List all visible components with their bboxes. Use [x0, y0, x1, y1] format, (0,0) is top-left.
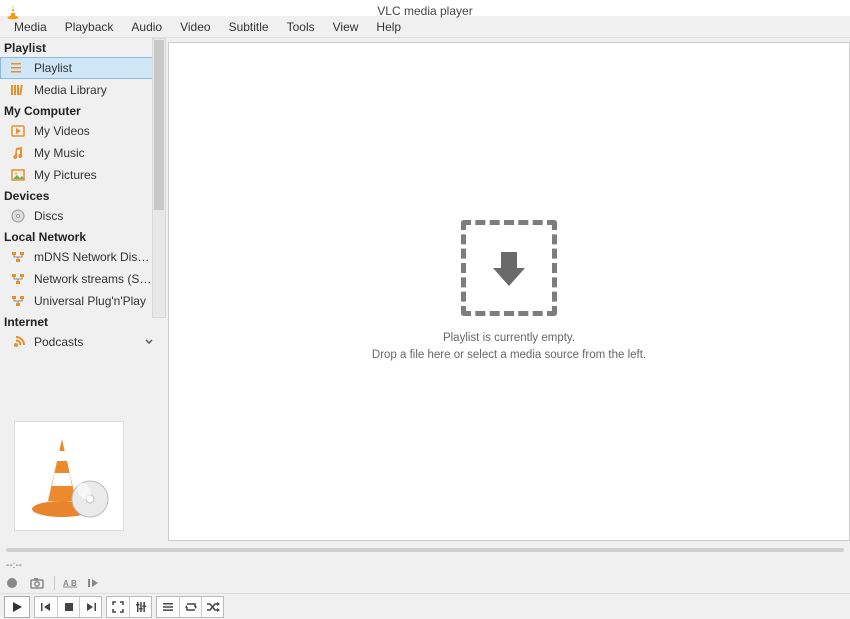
next-button[interactable] — [79, 597, 101, 617]
album-art-image — [14, 421, 124, 531]
fullscreen-button[interactable] — [107, 597, 129, 617]
sidebar-item-label: My Pictures — [34, 168, 154, 182]
loop-button[interactable] — [179, 597, 201, 617]
time-elapsed: --:-- — [0, 558, 850, 573]
sidebar-item-label: Media Library — [34, 83, 154, 97]
menu-playback[interactable]: Playback — [57, 18, 122, 36]
show-playlist-button[interactable] — [157, 597, 179, 617]
seek-bar[interactable] — [0, 548, 850, 558]
empty-playlist-message: Playlist is currently empty. Drop a file… — [372, 220, 646, 362]
empty-text-line2: Drop a file here or select a media sourc… — [372, 347, 646, 363]
library-icon — [10, 84, 26, 96]
window-title: VLC media player — [377, 4, 472, 18]
record-icon[interactable] — [6, 577, 22, 589]
playlist-group — [156, 596, 224, 618]
menu-audio[interactable]: Audio — [123, 18, 170, 36]
play-button[interactable] — [4, 596, 30, 618]
mini-toolbar: AB — [0, 573, 850, 593]
sidebar-item-my-videos[interactable]: My Videos — [0, 120, 160, 142]
sidebar-item-sap[interactable]: Network streams (SAP) — [0, 268, 160, 290]
scrollbar-thumb[interactable] — [154, 40, 164, 210]
sidebar-item-mdns[interactable]: mDNS Network Disco... — [0, 246, 160, 268]
menu-subtitle[interactable]: Subtitle — [221, 18, 277, 36]
sidebar-item-discs[interactable]: Discs — [0, 205, 160, 227]
sidebar-item-label: mDNS Network Disco... — [34, 250, 154, 264]
video-icon — [10, 125, 26, 137]
section-my-computer: My Computer — [0, 101, 160, 120]
network-icon — [10, 295, 26, 307]
sidebar-item-label: Podcasts — [34, 335, 136, 349]
sidebar-scrollbar[interactable] — [152, 38, 166, 318]
sidebar-item-my-music[interactable]: My Music — [0, 142, 160, 164]
section-local-network: Local Network — [0, 227, 160, 246]
frame-step-icon[interactable] — [87, 577, 103, 589]
sidebar-item-playlist[interactable]: Playlist — [0, 57, 160, 79]
podcast-icon — [10, 335, 26, 349]
content-area: Playlist Playlist Media Library My Compu… — [0, 38, 850, 545]
chevron-down-icon[interactable] — [144, 337, 154, 347]
album-art-area — [0, 407, 160, 545]
sidebar-item-media-library[interactable]: Media Library — [0, 79, 160, 101]
section-devices: Devices — [0, 186, 160, 205]
skip-group — [34, 596, 102, 618]
playlist-icon — [10, 62, 26, 74]
menubar: Media Playback Audio Video Subtitle Tool… — [0, 16, 850, 38]
view-group — [106, 596, 152, 618]
menu-view[interactable]: View — [325, 18, 367, 36]
empty-text-line1: Playlist is currently empty. — [372, 330, 646, 346]
sidebar-item-label: Playlist — [34, 61, 154, 75]
vlc-cone-icon — [6, 4, 20, 20]
sidebar-item-label: Network streams (SAP) — [34, 272, 154, 286]
sidebar-item-label: My Videos — [34, 124, 154, 138]
sidebar-item-podcasts[interactable]: Podcasts — [0, 331, 160, 353]
snapshot-icon[interactable] — [30, 577, 46, 589]
section-playlist: Playlist — [0, 38, 160, 57]
playback-controls — [0, 593, 850, 619]
bottom-panel: --:-- AB — [0, 545, 850, 619]
playlist-view[interactable]: Playlist is currently empty. Drop a file… — [168, 42, 850, 541]
sidebar-item-label: Universal Plug'n'Play — [34, 294, 154, 308]
atob-loop-icon[interactable]: AB — [63, 577, 79, 589]
network-icon — [10, 251, 26, 263]
menu-media[interactable]: Media — [6, 18, 55, 36]
sidebar-item-label: My Music — [34, 146, 154, 160]
sidebar-item-label: Discs — [34, 209, 154, 223]
previous-button[interactable] — [35, 597, 57, 617]
network-icon — [10, 273, 26, 285]
menu-help[interactable]: Help — [368, 18, 409, 36]
drop-target-icon — [461, 220, 557, 316]
shuffle-button[interactable] — [201, 597, 223, 617]
pictures-icon — [10, 169, 26, 181]
titlebar: VLC media player — [0, 0, 850, 16]
menu-video[interactable]: Video — [172, 18, 218, 36]
sidebar-item-upnp[interactable]: Universal Plug'n'Play — [0, 290, 160, 312]
disc-icon — [10, 209, 26, 223]
sidebar: Playlist Playlist Media Library My Compu… — [0, 38, 160, 545]
menu-tools[interactable]: Tools — [279, 18, 323, 36]
stop-button[interactable] — [57, 597, 79, 617]
sidebar-item-my-pictures[interactable]: My Pictures — [0, 164, 160, 186]
extended-settings-button[interactable] — [129, 597, 151, 617]
music-icon — [10, 146, 26, 160]
section-internet: Internet — [0, 312, 160, 331]
